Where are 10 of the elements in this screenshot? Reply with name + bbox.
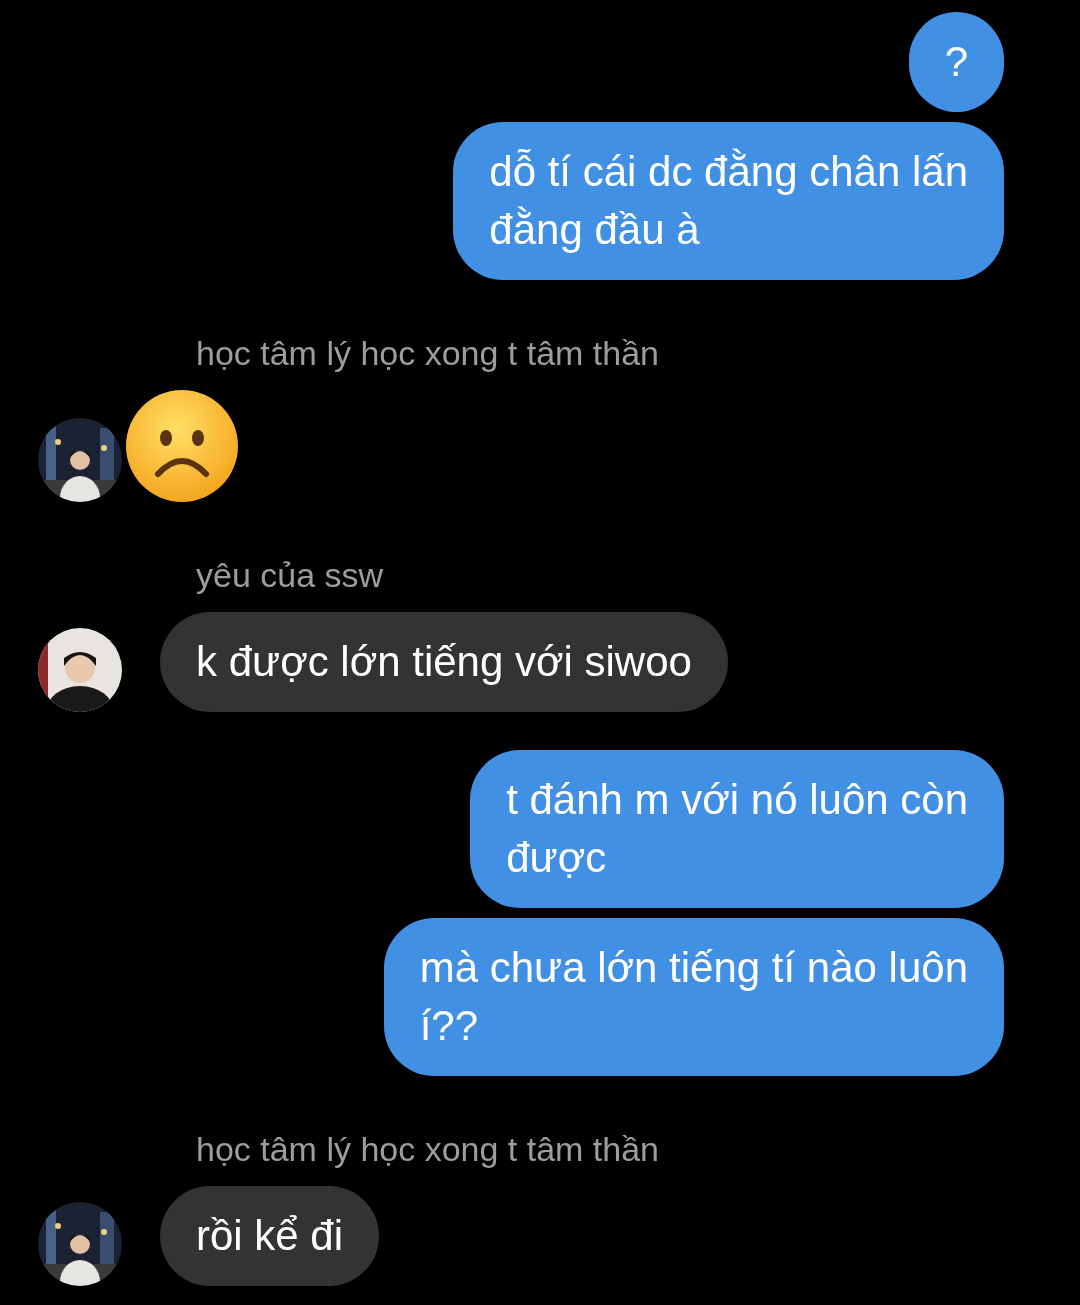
message-bubble: k được lớn tiếng với siwoo (160, 612, 728, 712)
frowning-face-icon (126, 390, 238, 502)
sender-name: yêu của ssw (195, 555, 385, 596)
message-bubble: ? (908, 12, 1004, 112)
sender-name: học tâm lý học xong t tâm thần (195, 1129, 661, 1170)
message-bubble: t đánh m với nó luôn còn được (470, 750, 1004, 908)
message-bubble: rồi kể đi (160, 1186, 380, 1286)
message-bubble: dỗ tí cái dc đằng chân lấn đằng đầu à (453, 122, 1004, 280)
sender-name: học tâm lý học xong t tâm thần (195, 333, 661, 374)
message-bubble: mà chưa lớn tiếng tí nào luôn í?? (383, 918, 1004, 1076)
